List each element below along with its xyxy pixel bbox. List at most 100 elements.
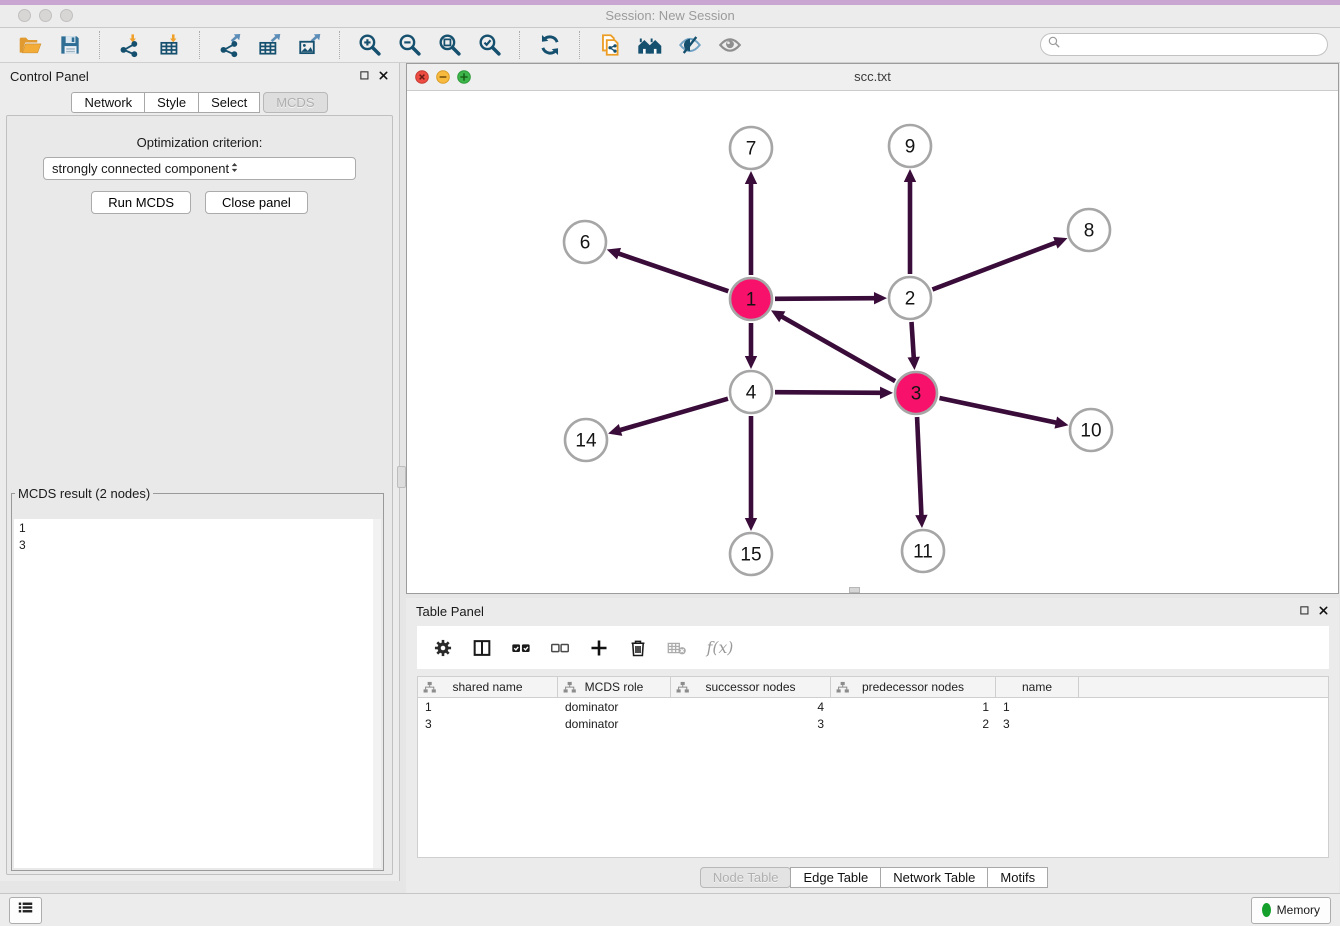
graph-node-11[interactable]: 11 <box>902 530 944 572</box>
tab-mcds[interactable]: MCDS <box>263 92 327 113</box>
tab-network[interactable]: Network <box>71 92 145 113</box>
select-all-button[interactable] <box>510 636 532 660</box>
tab-edge-table[interactable]: Edge Table <box>790 867 881 888</box>
mcds-result-scrollbar[interactable] <box>373 519 381 868</box>
tab-style[interactable]: Style <box>144 92 199 113</box>
search-input[interactable] <box>1062 34 1327 55</box>
open-file-button[interactable] <box>15 31 45 59</box>
column-header-successor-nodes[interactable]: successor nodes <box>671 677 831 697</box>
delete-column-button[interactable] <box>627 636 649 660</box>
add-column-button[interactable] <box>588 636 610 660</box>
show-hide-eye-button[interactable] <box>715 31 745 59</box>
criterion-select[interactable]: strongly connected component <box>43 157 356 180</box>
graph-edge-2-8[interactable] <box>932 237 1067 289</box>
tab-motifs[interactable]: Motifs <box>987 867 1048 888</box>
tab-select[interactable]: Select <box>198 92 260 113</box>
import-network-button[interactable] <box>115 31 145 59</box>
table-row[interactable]: 1dominator411 <box>418 698 1328 715</box>
search-box[interactable] <box>1040 33 1328 56</box>
graph-node-2[interactable]: 2 <box>889 277 931 319</box>
graph-edge-2-9[interactable] <box>904 169 916 274</box>
home-button[interactable] <box>635 31 665 59</box>
graph-edge-3-11[interactable] <box>915 417 927 528</box>
column-header-name[interactable]: name <box>996 677 1079 697</box>
tab-node-table[interactable]: Node Table <box>700 867 792 888</box>
graph-node-1[interactable]: 1 <box>730 278 772 320</box>
graph-node-4[interactable]: 4 <box>730 371 772 413</box>
horizontal-splitter-handle[interactable] <box>849 587 860 593</box>
import-table-button[interactable] <box>155 31 185 59</box>
cell-predecessor-nodes[interactable]: 2 <box>831 717 996 731</box>
settings-gear-button[interactable] <box>432 636 454 660</box>
cell-successor-nodes[interactable]: 3 <box>671 717 831 731</box>
zoom-fit-button[interactable] <box>435 31 465 59</box>
float-table-panel-icon[interactable] <box>1299 604 1310 619</box>
graph-edge-1-2[interactable] <box>775 292 887 304</box>
column-header-shared-name[interactable]: shared name <box>418 677 558 697</box>
close-window-button[interactable] <box>18 9 31 22</box>
graph-edge-2-3[interactable] <box>908 322 920 370</box>
network-canvas[interactable]: 7 9 6 8 1 2 4 3 14 10 15 11 <box>407 90 1338 593</box>
graph-node-10[interactable]: 10 <box>1070 409 1112 451</box>
table-panel-tabs: Node TableEdge TableNetwork TableMotifs <box>406 867 1339 888</box>
graph-edge-4-14[interactable] <box>608 399 728 436</box>
graph-node-15[interactable]: 15 <box>730 533 772 575</box>
export-image-button[interactable] <box>295 31 325 59</box>
graph-edge-4-3[interactable] <box>775 387 893 399</box>
zoom-in-button[interactable] <box>355 31 385 59</box>
maximize-window-button[interactable] <box>60 9 73 22</box>
float-panel-icon[interactable] <box>359 69 370 84</box>
column-header-predecessor-nodes[interactable]: predecessor nodes <box>831 677 996 697</box>
graph-node-label: 8 <box>1084 221 1095 242</box>
cell-mcds-role[interactable]: dominator <box>558 700 671 714</box>
close-panel-icon[interactable] <box>378 69 389 84</box>
cell-name[interactable]: 1 <box>996 700 1079 714</box>
tab-network-table[interactable]: Network Table <box>880 867 988 888</box>
export-network-button[interactable] <box>215 31 245 59</box>
network-maximize-icon[interactable] <box>457 70 471 89</box>
graph-edge-1-7[interactable] <box>745 171 757 275</box>
export-table-button[interactable] <box>255 31 285 59</box>
graph-edge-3-10[interactable] <box>939 398 1068 429</box>
graph-node-7[interactable]: 7 <box>730 127 772 169</box>
graph-node-8[interactable]: 8 <box>1068 209 1110 251</box>
cell-mcds-role[interactable]: dominator <box>558 717 671 731</box>
network-close-icon[interactable] <box>415 70 429 89</box>
graph-node-14[interactable]: 14 <box>565 419 607 461</box>
memory-button[interactable]: Memory <box>1251 897 1331 924</box>
cell-predecessor-nodes[interactable]: 1 <box>831 700 996 714</box>
graph-node-3[interactable]: 3 <box>895 372 937 414</box>
mcds-result-text[interactable]: 13 <box>14 519 373 868</box>
delete-table-button <box>666 636 688 660</box>
cell-name[interactable]: 3 <box>996 717 1079 731</box>
graph-edge-1-4[interactable] <box>745 323 757 369</box>
node-table-header: shared name MCDS role successor nodes pr… <box>418 677 1328 698</box>
zoom-out-button[interactable] <box>395 31 425 59</box>
save-session-button[interactable] <box>55 31 85 59</box>
table-row[interactable]: 3dominator323 <box>418 715 1328 732</box>
toggle-columns-button[interactable] <box>471 636 493 660</box>
deselect-all-button[interactable] <box>549 636 571 660</box>
toggle-graphics-details-button[interactable] <box>675 31 705 59</box>
close-panel-button[interactable]: Close panel <box>205 191 308 214</box>
run-mcds-button[interactable]: Run MCDS <box>91 191 191 214</box>
duplicate-network-button[interactable] <box>595 31 625 59</box>
cell-successor-nodes[interactable]: 4 <box>671 700 831 714</box>
mcds-panel-body: Optimization criterion: strongly connect… <box>6 115 393 875</box>
cell-shared-name[interactable]: 1 <box>418 700 558 714</box>
show-panels-button[interactable] <box>9 897 42 924</box>
minimize-window-button[interactable] <box>39 9 52 22</box>
graph-node-9[interactable]: 9 <box>889 125 931 167</box>
column-header-mcds-role[interactable]: MCDS role <box>558 677 671 697</box>
close-table-panel-icon[interactable] <box>1318 604 1329 619</box>
refresh-button[interactable] <box>535 31 565 59</box>
graph-node-6[interactable]: 6 <box>564 221 606 263</box>
graph-edge-1-6[interactable] <box>607 248 729 291</box>
vertical-splitter-handle[interactable] <box>397 466 406 488</box>
graph-edge-3-1[interactable] <box>771 310 895 381</box>
graph-edge-4-15[interactable] <box>745 416 757 531</box>
network-minimize-icon[interactable] <box>436 70 450 89</box>
zoom-selected-button[interactable] <box>475 31 505 59</box>
window-traffic-lights[interactable] <box>18 9 73 22</box>
cell-shared-name[interactable]: 3 <box>418 717 558 731</box>
